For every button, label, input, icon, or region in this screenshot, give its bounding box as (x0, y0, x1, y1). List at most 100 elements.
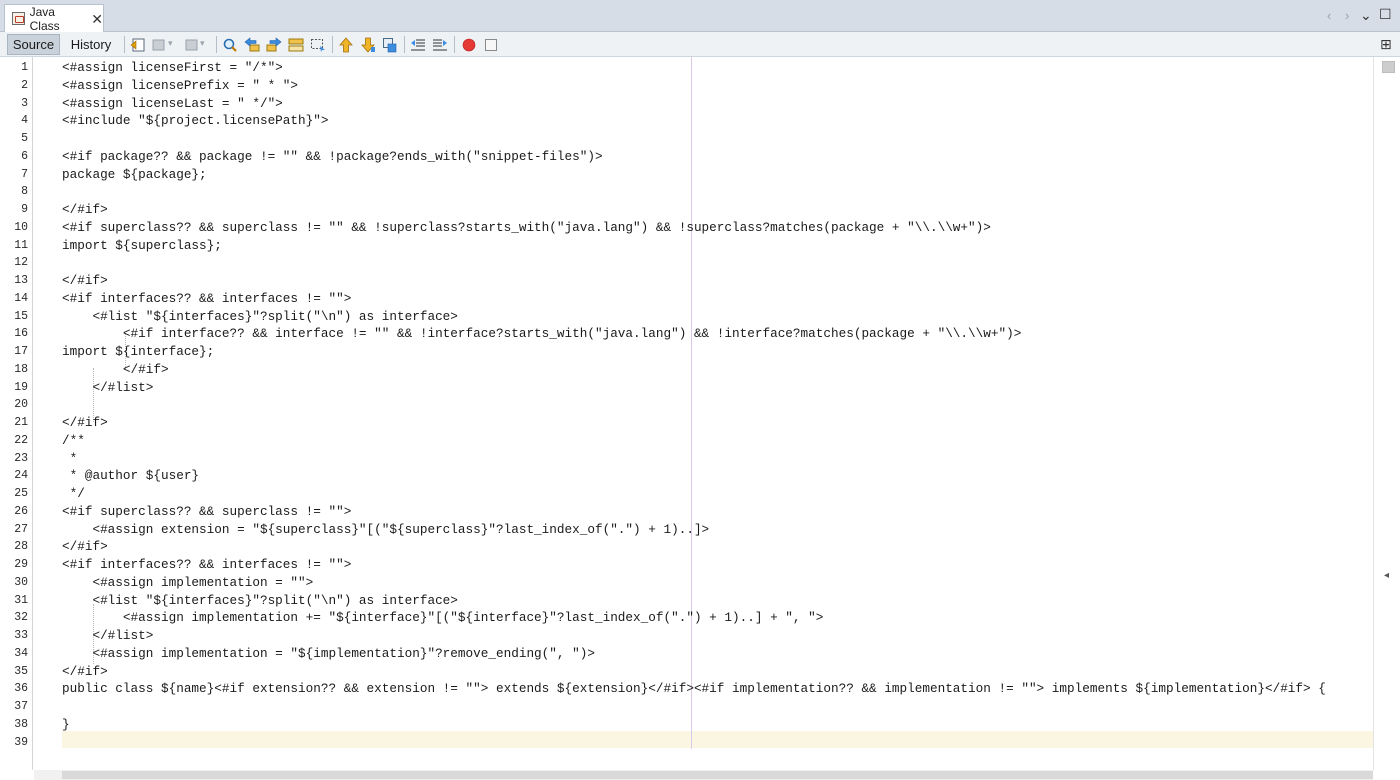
start-macro-icon[interactable] (461, 37, 477, 53)
line-number: 6 (21, 149, 28, 163)
next-bookmark-icon[interactable] (360, 37, 376, 53)
toolbar-separator (216, 36, 217, 53)
horizontal-scrollbar-thumb[interactable] (62, 771, 1373, 779)
maximize-window-icon[interactable]: ☐ (1379, 7, 1392, 21)
split-layout-icon[interactable]: ⊞ (1380, 35, 1392, 53)
line-number: 10 (14, 220, 28, 234)
line-number: 11 (14, 238, 28, 252)
code-line[interactable]: <#list "${interfaces}"?split("\n") as in… (62, 592, 457, 610)
line-number: 7 (21, 167, 28, 181)
line-number: 3 (21, 96, 28, 110)
line-number: 4 (21, 114, 28, 128)
tab-java-class[interactable]: Java Class ✕ (4, 4, 104, 33)
line-number: 35 (14, 664, 28, 678)
code-line[interactable]: <#if interfaces?? && interfaces != ""> (62, 556, 351, 574)
line-number: 25 (14, 487, 28, 500)
code-line[interactable]: </#list> (62, 627, 153, 645)
forward-icon[interactable] (183, 37, 199, 53)
line-number: 16 (14, 327, 28, 341)
vertical-scrollbar[interactable]: ◂ (1373, 57, 1400, 770)
history-view-button[interactable]: History (64, 34, 118, 55)
code-line[interactable]: import ${interface}; (62, 343, 214, 361)
scroll-tabs-left-icon[interactable]: ‹ (1327, 9, 1331, 22)
shift-left-icon[interactable] (410, 37, 426, 53)
code-line[interactable]: package ${package}; (62, 166, 207, 184)
toolbar-separator (124, 36, 125, 53)
toolbar-separator (454, 36, 455, 53)
line-number: 9 (21, 203, 28, 216)
code-line[interactable]: </#list> (62, 379, 153, 397)
back-dropdown-icon[interactable]: ▾ (168, 38, 173, 49)
toggle-highlight-icon[interactable] (288, 37, 304, 53)
scroll-tabs-right-icon[interactable]: › (1345, 9, 1349, 22)
line-number: 8 (21, 185, 28, 199)
line-number: 21 (14, 416, 28, 429)
horizontal-scrollbar[interactable] (34, 770, 1373, 780)
tab-title: Java Class (29, 4, 60, 33)
toggle-rect-selection-icon[interactable] (310, 37, 326, 53)
source-view-button[interactable]: Source (7, 34, 60, 55)
code-line[interactable]: </#if> (62, 272, 108, 290)
line-number: 27 (14, 522, 28, 536)
line-number-gutter: 1 2 3 4 5 6 7 8 9 10 11 12 13 14 15 16 17 18 19 20 21 22 23 24 2… (0, 57, 33, 770)
code-line[interactable]: public class ${name}<#if extension?? && … (62, 680, 1326, 698)
line-number: 38 (14, 717, 28, 731)
code-line[interactable]: </#if> (62, 414, 108, 432)
code-line[interactable]: <#assign implementation = ""> (62, 574, 313, 592)
line-number: 33 (14, 629, 28, 642)
code-editor[interactable]: <#assign licenseFirst = "/*"> <#assign li… (34, 57, 1373, 770)
code-line[interactable]: /** (62, 432, 85, 450)
shift-right-icon[interactable] (432, 37, 448, 53)
java-file-icon (12, 12, 25, 25)
code-line[interactable]: <#list "${interfaces}"?split("\n") as in… (62, 308, 457, 326)
line-number: 2 (21, 78, 28, 92)
line-number: 26 (14, 504, 28, 518)
stop-macro-icon[interactable] (483, 37, 499, 53)
code-line[interactable]: } (62, 716, 70, 734)
toolbar-separator (404, 36, 405, 53)
code-line[interactable]: import ${superclass}; (62, 237, 222, 255)
line-number: 1 (21, 61, 28, 74)
line-number: 14 (14, 291, 28, 305)
code-line[interactable]: <#if superclass?? && superclass != ""> (62, 503, 351, 521)
last-edit-icon[interactable] (130, 37, 146, 53)
code-line[interactable]: </#if> (62, 361, 169, 379)
line-number: 23 (14, 451, 28, 465)
find-previous-icon[interactable] (244, 37, 260, 53)
close-tab-icon[interactable]: ✕ (91, 12, 103, 26)
code-line[interactable]: <#assign licenseLast = " */"> (62, 95, 283, 113)
show-opened-documents-icon[interactable]: ⌄ (1360, 8, 1372, 22)
code-line[interactable]: </#if> (62, 663, 108, 681)
line-number: 13 (14, 274, 28, 287)
line-number: 32 (14, 611, 28, 625)
line-number: 19 (14, 380, 28, 394)
vertical-scrollbar-thumb[interactable] (1382, 61, 1395, 73)
forward-dropdown-icon[interactable]: ▾ (200, 38, 205, 49)
line-number: 31 (14, 593, 28, 607)
code-line[interactable]: <#assign licensePrefix = " * "> (62, 77, 298, 95)
back-icon[interactable] (151, 37, 167, 53)
editor-tab-strip: Java Class ✕ ‹ › ⌄ ☐ (0, 0, 1400, 33)
code-line[interactable]: <#if interfaces?? && interfaces != ""> (62, 290, 351, 308)
find-selection-icon[interactable] (222, 37, 238, 53)
line-number: 37 (14, 700, 28, 713)
toggle-bookmark-icon[interactable] (382, 37, 398, 53)
line-number: 18 (14, 362, 28, 376)
code-line[interactable]: * @author ${user} (62, 467, 199, 485)
code-line[interactable]: <#assign implementation = "${implementat… (62, 645, 595, 663)
code-line[interactable]: <#assign implementation += "${interface}… (62, 609, 823, 627)
right-margin-guide (691, 57, 692, 749)
code-line[interactable]: <#include "${project.licensePath}"> (62, 112, 328, 130)
line-number: 39 (14, 735, 28, 749)
find-next-icon[interactable] (266, 37, 282, 53)
code-line[interactable]: <#if superclass?? && superclass != "" &&… (62, 219, 991, 237)
code-line[interactable]: <#assign extension = "${superclass}"[("$… (62, 521, 709, 539)
code-line[interactable]: <#assign licenseFirst = "/*"> (62, 59, 283, 77)
code-line[interactable]: * (62, 450, 78, 468)
code-line[interactable]: */ (62, 485, 85, 503)
code-line[interactable]: </#if> (62, 201, 108, 219)
previous-bookmark-icon[interactable] (338, 37, 354, 53)
code-line[interactable]: <#if package?? && package != "" && !pack… (62, 148, 603, 166)
code-line[interactable]: </#if> (62, 538, 108, 556)
code-line[interactable]: <#if interface?? && interface != "" && !… (62, 325, 1021, 343)
